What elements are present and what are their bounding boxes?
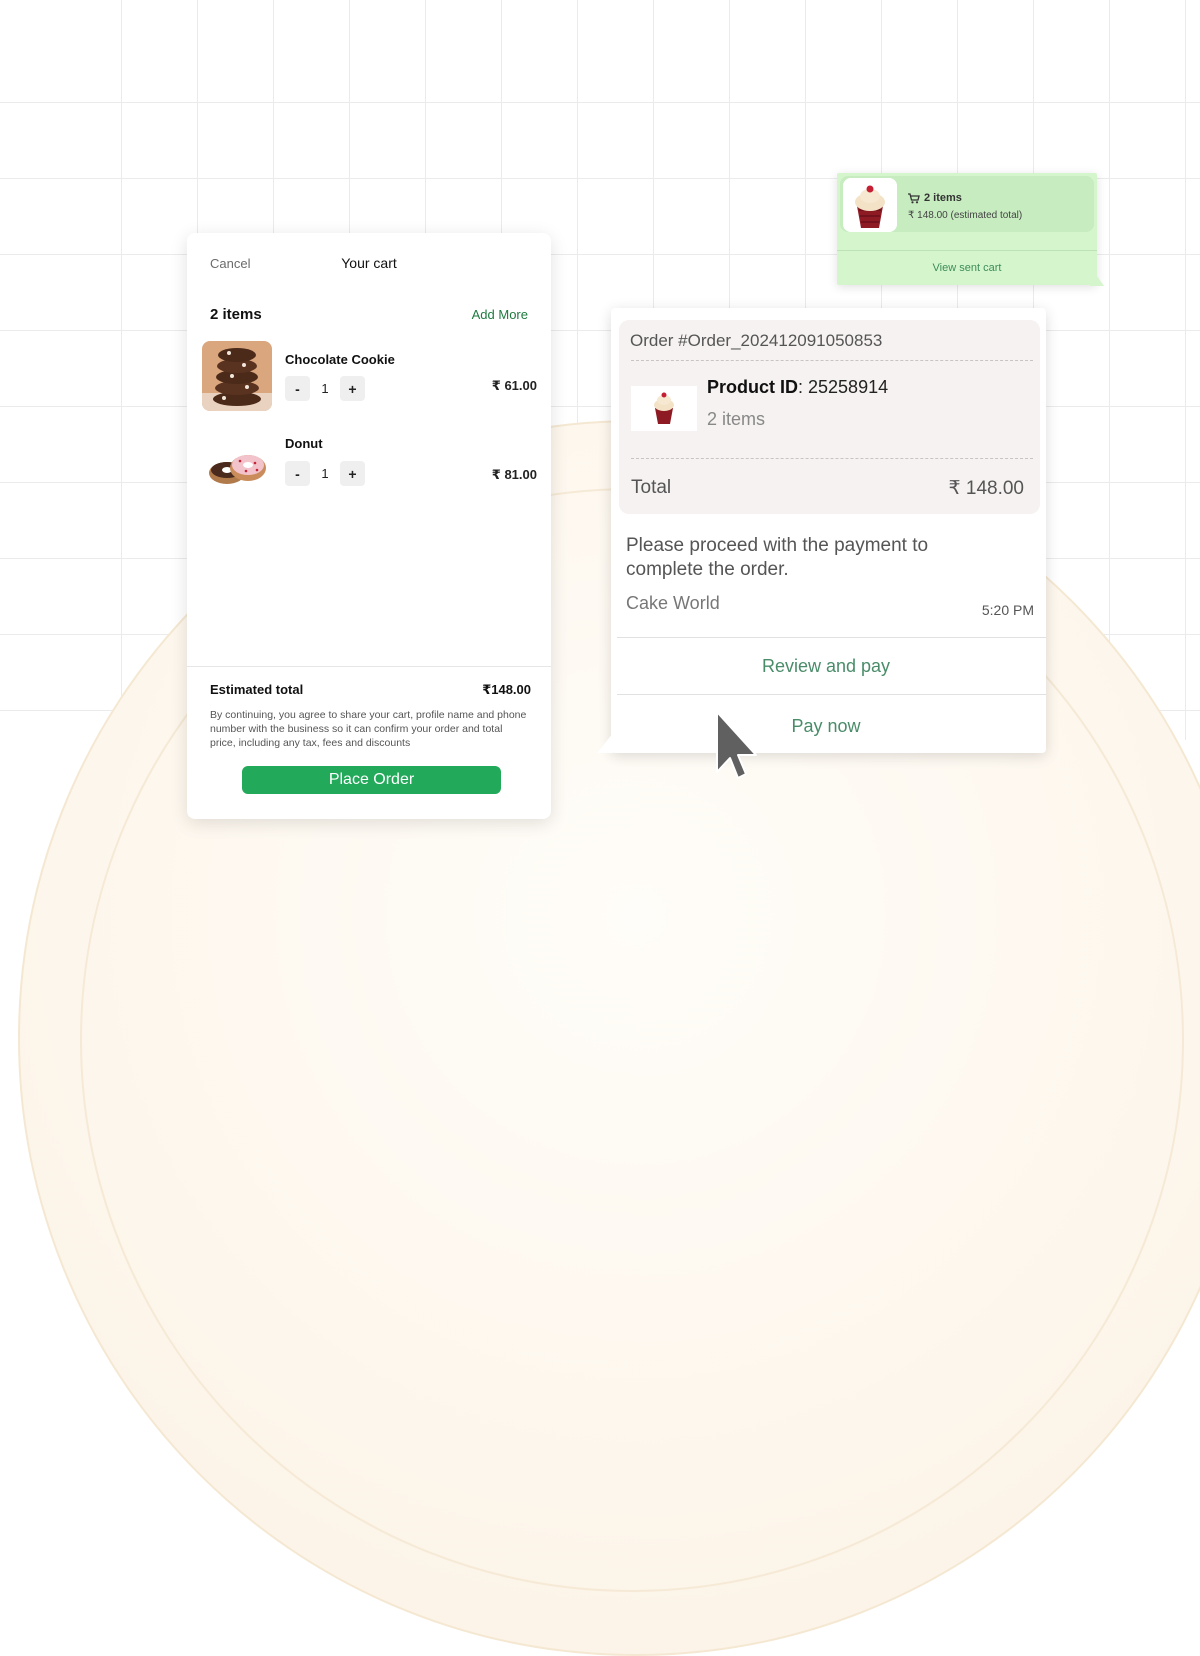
cupcake-image	[631, 386, 697, 431]
order-message: Order #Order_202412091050853 Product ID:…	[611, 308, 1046, 753]
quantity-value: 1	[321, 381, 329, 396]
order-total-value: ₹ 148.00	[948, 478, 1024, 499]
divider	[617, 694, 1046, 695]
message-time: 5:20 PM	[981, 602, 1034, 618]
sent-cart-items-text: 2 items	[924, 192, 962, 204]
product-id: Product ID: 25258914	[707, 377, 888, 398]
divider	[187, 666, 551, 667]
dashed-divider	[631, 458, 1033, 459]
cart-icon	[908, 192, 920, 203]
divider	[837, 250, 1097, 251]
sent-cart-total: ₹ 148.00 (estimated total)	[908, 210, 1023, 221]
product-id-label: Product ID	[707, 377, 799, 397]
cart-item-price: ₹ 61.00	[491, 378, 537, 393]
bubble-tail	[1090, 266, 1104, 286]
cart-item-name: Donut	[285, 436, 323, 451]
quantity-value: 1	[321, 466, 329, 481]
cart-panel: Cancel Your cart 2 items Add More Chocol…	[187, 233, 551, 819]
cart-item-name: Chocolate Cookie	[285, 352, 395, 367]
quantity-stepper: - 1 +	[285, 376, 365, 401]
dashed-divider	[631, 360, 1033, 361]
mouse-pointer-icon	[716, 711, 757, 779]
view-sent-cart-button[interactable]: View sent cart	[837, 262, 1097, 274]
decrease-quantity-button[interactable]: -	[285, 461, 310, 486]
decrease-quantity-button[interactable]: -	[285, 376, 310, 401]
add-more-link[interactable]: Add More	[472, 307, 528, 322]
place-order-button[interactable]: Place Order	[242, 766, 501, 794]
cart-item-price: ₹ 81.00	[491, 467, 537, 482]
product-id-value: : 25258914	[798, 377, 889, 397]
order-total-label: Total	[631, 477, 672, 498]
sent-cart-message: 2 items ₹ 148.00 (estimated total) View …	[837, 173, 1097, 285]
cart-item-count: 2 items	[210, 306, 262, 323]
order-item-count: 2 items	[707, 409, 766, 429]
increase-quantity-button[interactable]: +	[340, 461, 365, 486]
chocolate-cookie-image	[202, 341, 272, 411]
sent-cart-summary[interactable]: 2 items ₹ 148.00 (estimated total)	[840, 176, 1094, 232]
review-and-pay-button[interactable]: Review and pay	[611, 656, 1041, 677]
payment-message: Please proceed with the payment to compl…	[626, 535, 929, 580]
estimated-total-label: Estimated total	[210, 682, 304, 697]
donut-image	[202, 428, 272, 498]
cart-title: Your cart	[341, 255, 397, 271]
sent-cart-items: 2 items	[908, 192, 962, 204]
order-id: Order #Order_202412091050853	[630, 331, 883, 350]
bubble-tail	[597, 733, 613, 753]
terms-text: By continuing, you agree to share your c…	[210, 709, 527, 749]
order-summary[interactable]: Order #Order_202412091050853 Product ID:…	[619, 320, 1040, 514]
divider	[617, 637, 1046, 638]
business-name: Cake World	[626, 593, 720, 613]
pay-now-button[interactable]: Pay now	[611, 716, 1041, 737]
quantity-stepper: - 1 +	[285, 461, 365, 486]
cupcake-image	[843, 178, 897, 232]
increase-quantity-button[interactable]: +	[340, 376, 365, 401]
estimated-total-value: ₹148.00	[482, 682, 531, 697]
